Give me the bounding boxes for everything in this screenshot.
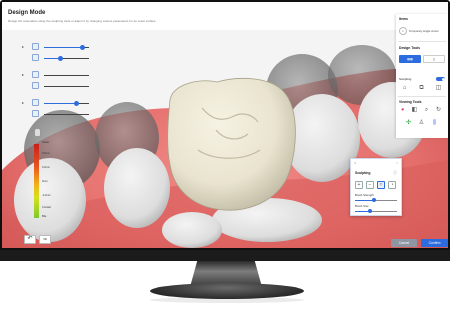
gingiva-icon[interactable] xyxy=(32,110,39,117)
slider-track[interactable] xyxy=(44,114,89,115)
chevron-right-icon[interactable]: ▸ xyxy=(22,72,24,77)
margin-line-icon[interactable] xyxy=(32,54,39,61)
slider-fill xyxy=(44,103,76,104)
slider-row-antagonist[interactable]: ▸ xyxy=(22,71,92,78)
design-tools-title: Design Tools xyxy=(399,46,421,50)
sculpting-label: Sculpting xyxy=(399,77,412,81)
monitor-chin xyxy=(0,250,450,261)
legend-label: -0.2mm xyxy=(42,194,51,197)
slider-row-crown[interactable]: ▸ xyxy=(22,43,92,50)
add-icon[interactable]: + xyxy=(355,181,363,189)
zoom-icon[interactable]: ⌕ xyxy=(423,107,430,114)
sculpting-popup: ✕ × Sculpting ⓘ + − ≈ ◔ Brush Strength B… xyxy=(350,158,402,216)
crown-outline-icon[interactable] xyxy=(32,43,39,50)
divider xyxy=(398,41,446,42)
brush-strength-label: Brush Strength xyxy=(355,193,374,197)
monitor-bezel: Design Mode Design the restoration using… xyxy=(0,0,450,261)
slider-thumb[interactable] xyxy=(74,101,79,106)
axis-icon[interactable]: ✣ xyxy=(405,120,412,127)
slider-fill xyxy=(44,47,82,48)
sculpting-title: Sculpting xyxy=(355,171,371,175)
measure-icon[interactable]: ◫ xyxy=(435,85,442,92)
slider-thumb[interactable] xyxy=(58,56,63,61)
copy-icon[interactable]: ⧉ xyxy=(418,85,425,92)
legend-label: 0.5mm xyxy=(42,152,50,155)
section-view-icon[interactable]: ◧ xyxy=(411,107,418,114)
rotate-icon[interactable]: ↻ xyxy=(435,107,442,114)
slider-row-slice[interactable] xyxy=(22,82,92,89)
slider-row-margin[interactable] xyxy=(22,54,92,61)
viewing-tools-title: Viewing Tools xyxy=(399,100,422,104)
step-section-title: Items xyxy=(399,17,408,21)
step-label[interactable]: Temporary single crown xyxy=(409,29,439,33)
brush-size-label: Brush Size xyxy=(355,204,369,208)
legend-label: 0mm xyxy=(42,180,48,183)
legend-label: 0.2mm xyxy=(42,166,50,169)
slider-row-bridge[interactable]: ▸ xyxy=(22,99,92,106)
sculpting-toggle[interactable] xyxy=(436,77,445,81)
undo-button[interactable]: ↶ xyxy=(24,235,36,244)
divider xyxy=(398,96,446,97)
view-mode-button[interactable]: 3D xyxy=(39,235,51,244)
chevron-right-icon[interactable]: ▸ xyxy=(22,44,24,49)
brush-size-thumb[interactable] xyxy=(368,209,372,213)
cancel-button[interactable]: Cancel xyxy=(391,239,417,247)
drag-handle-icon[interactable]: ✕ xyxy=(354,161,357,165)
tooth-view-icon[interactable]: ♙ xyxy=(418,120,425,127)
split-view-icon[interactable]: ⫼ xyxy=(431,120,438,127)
step-badge[interactable]: 1 xyxy=(399,27,407,35)
page-title: Design Mode xyxy=(8,10,46,16)
legend-label: Contact xyxy=(42,206,51,209)
remove-icon[interactable]: − xyxy=(366,181,374,189)
tooth-slice-icon[interactable] xyxy=(32,82,39,89)
monitor-stand-base xyxy=(150,283,304,299)
tooth-icon xyxy=(34,128,41,137)
slider-track[interactable] xyxy=(44,86,89,87)
adapt-icon[interactable]: ⌂ xyxy=(401,85,408,92)
close-icon[interactable]: × xyxy=(396,161,398,165)
info-icon[interactable]: ⓘ xyxy=(393,170,397,176)
brush-strength-thumb[interactable] xyxy=(372,198,376,202)
list-icon: ☰ xyxy=(432,58,436,62)
page-subtitle: Design the restoration using the sculpti… xyxy=(8,19,157,23)
design-mode-tab-active[interactable]: ▦▦ xyxy=(399,55,421,63)
undo-icon: ↶ xyxy=(27,236,33,242)
color-palette-icon[interactable]: ◕ xyxy=(399,107,406,114)
right-panel: Items 1 Temporary single crown Design To… xyxy=(396,14,448,138)
legend-color-bar xyxy=(34,144,39,218)
app-screen: Design Mode Design the restoration using… xyxy=(2,2,448,248)
slider-track[interactable] xyxy=(44,75,89,76)
confirm-button[interactable]: Confirm xyxy=(421,239,448,247)
grid-icon: ▦▦ xyxy=(407,57,413,61)
chevron-right-icon[interactable]: ▸ xyxy=(22,100,24,105)
slider-row-gingiva[interactable] xyxy=(22,110,92,117)
app-header: Design Mode Design the restoration using… xyxy=(2,2,448,30)
legend-label: Bite xyxy=(42,215,47,218)
antagonist-icon[interactable] xyxy=(32,71,39,78)
design-mode-tab[interactable]: ☰ xyxy=(423,55,445,63)
bridge-icon[interactable] xyxy=(32,99,39,106)
smooth-icon[interactable]: ≈ xyxy=(377,181,385,189)
slider-thumb[interactable] xyxy=(80,45,85,50)
legend-title: Scaler xyxy=(42,141,50,144)
morph-icon[interactable]: ◔ xyxy=(388,181,396,189)
